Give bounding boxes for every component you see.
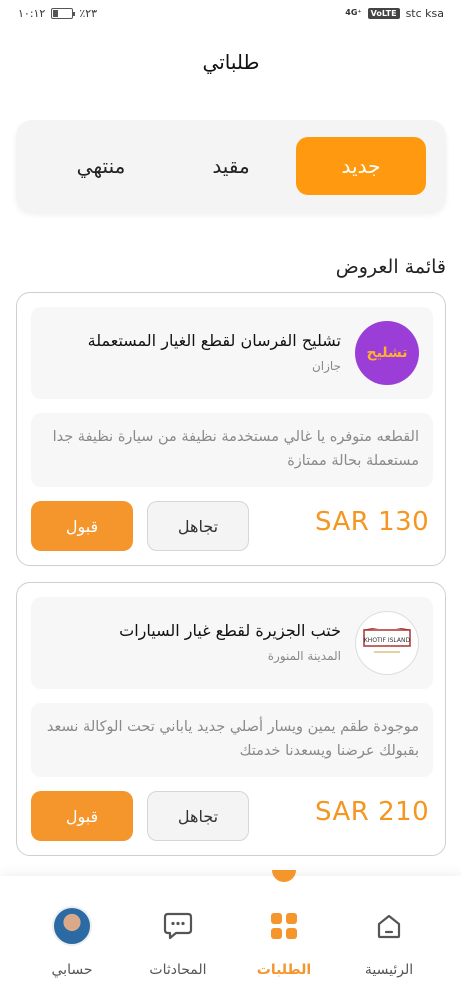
tab-restricted[interactable]: مقيد	[166, 137, 296, 195]
offer-price: SAR 210	[315, 797, 430, 827]
avatar	[52, 906, 92, 946]
shop-logo-graphic: KHOTIF ISLAND	[363, 628, 411, 653]
nav-chats[interactable]: المحادثات	[133, 904, 223, 978]
shop-logo-text: KHOTIF ISLAND	[364, 637, 411, 644]
shop-name: ختب الجزيرة لقطع غيار السيارات	[119, 621, 341, 640]
tab-ended[interactable]: منتهي	[36, 137, 166, 195]
nav-home[interactable]: الرئيسية	[344, 904, 434, 978]
status-bar: ١٠:١٢ ٪٢٣ 4G⁺ VoLTE stc ksa	[0, 0, 462, 26]
volte-badge: VoLTE	[367, 7, 400, 19]
shop-info[interactable]: KHOTIF ISLAND ختب الجزيرة لقطع غيار السي…	[31, 597, 433, 689]
offers-section-title: قائمة العروض	[335, 256, 446, 278]
status-right: 4G⁺ VoLTE stc ksa	[345, 7, 444, 20]
shop-logo: KHOTIF ISLAND	[355, 611, 419, 675]
status-left: ١٠:١٢ ٪٢٣	[18, 7, 97, 20]
offer-price: SAR 130	[315, 507, 430, 537]
shop-city: جازان	[311, 359, 341, 373]
page-title: طلباتي	[202, 50, 260, 74]
nav-account-label: حسابي	[51, 962, 93, 978]
offer-card: KHOTIF ISLAND ختب الجزيرة لقطع غيار السي…	[16, 582, 446, 856]
offer-description: موجودة طقم يمين ويسار أصلي جديد ياباني ت…	[31, 703, 433, 777]
network-icon: 4G⁺	[345, 8, 362, 17]
shop-city: المدينة المنورة	[267, 649, 341, 663]
shop-name: تشليح الفرسان لقطع الغيار المستعملة	[87, 331, 341, 350]
nav-orders[interactable]: الطلبات	[239, 904, 329, 978]
offer-description: القطعه متوفره يا غالي مستخدمة نظيفة من س…	[31, 413, 433, 487]
nav-orders-label: الطلبات	[256, 962, 312, 978]
nav-chats-label: المحادثات	[149, 962, 207, 978]
home-icon	[344, 904, 434, 948]
avatar-wrap	[27, 904, 117, 948]
nav-home-label: الرئيسية	[364, 962, 414, 978]
battery-icon	[51, 7, 76, 19]
shop-info[interactable]: تشليح تشليح الفرسان لقطع الغيار المستعمل…	[31, 307, 433, 399]
status-tabs: جديد مقيد منتهي	[16, 120, 446, 212]
tab-new[interactable]: جديد	[296, 137, 426, 195]
battery-fill	[53, 9, 58, 17]
shop-logo: تشليح	[355, 321, 419, 385]
status-time: ١٠:١٢	[18, 6, 46, 20]
ignore-button[interactable]: تجاهل	[147, 791, 249, 841]
grid-icon	[239, 904, 329, 948]
active-nav-indicator	[272, 870, 296, 882]
shop-logo-text: تشليح	[366, 345, 408, 361]
chat-icon	[133, 904, 223, 948]
offer-card: تشليح تشليح الفرسان لقطع الغيار المستعمل…	[16, 292, 446, 566]
ignore-button[interactable]: تجاهل	[147, 501, 249, 551]
carrier-name: stc ksa	[405, 6, 444, 20]
battery-percent: ٪٢٣	[79, 6, 98, 20]
accept-button[interactable]: قبول	[31, 501, 133, 551]
bottom-nav: الرئيسية الطلبات المحادثات حسابي	[0, 870, 462, 1000]
accept-button[interactable]: قبول	[31, 791, 133, 841]
nav-account[interactable]: حسابي	[27, 904, 117, 978]
